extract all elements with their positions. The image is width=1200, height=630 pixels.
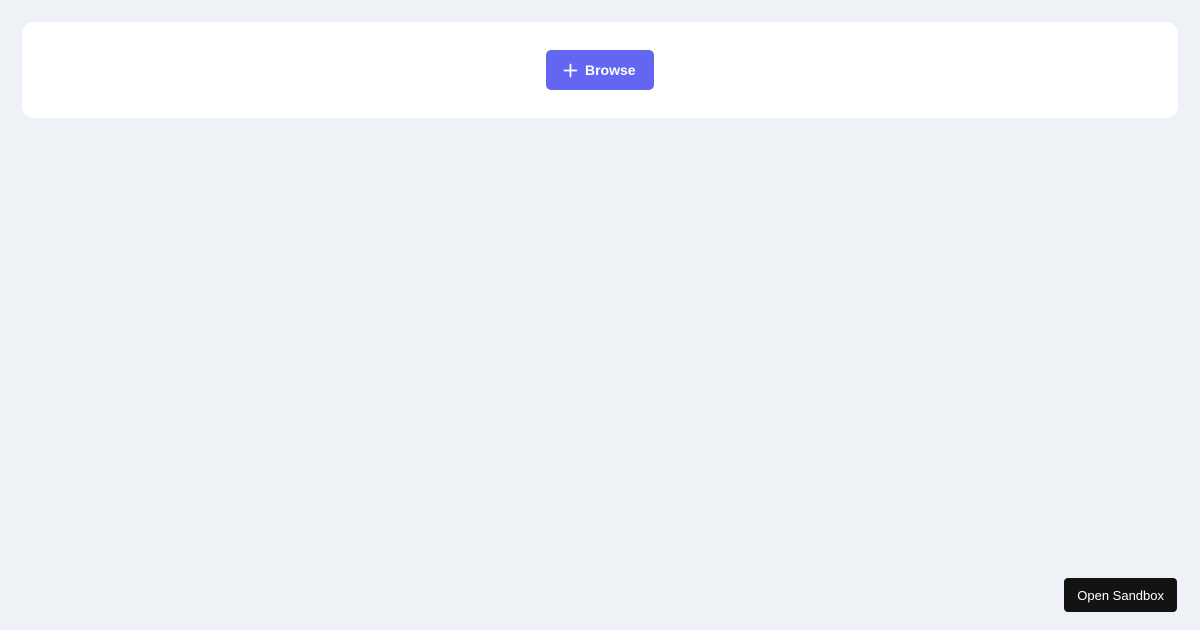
page: Browse Open Sandbox [0,0,1200,630]
open-sandbox-button[interactable]: Open Sandbox [1064,578,1177,612]
plus-icon [563,63,578,78]
browse-button-label: Browse [585,62,636,78]
toolbar-card: Browse [22,22,1178,118]
browse-button[interactable]: Browse [546,50,654,90]
